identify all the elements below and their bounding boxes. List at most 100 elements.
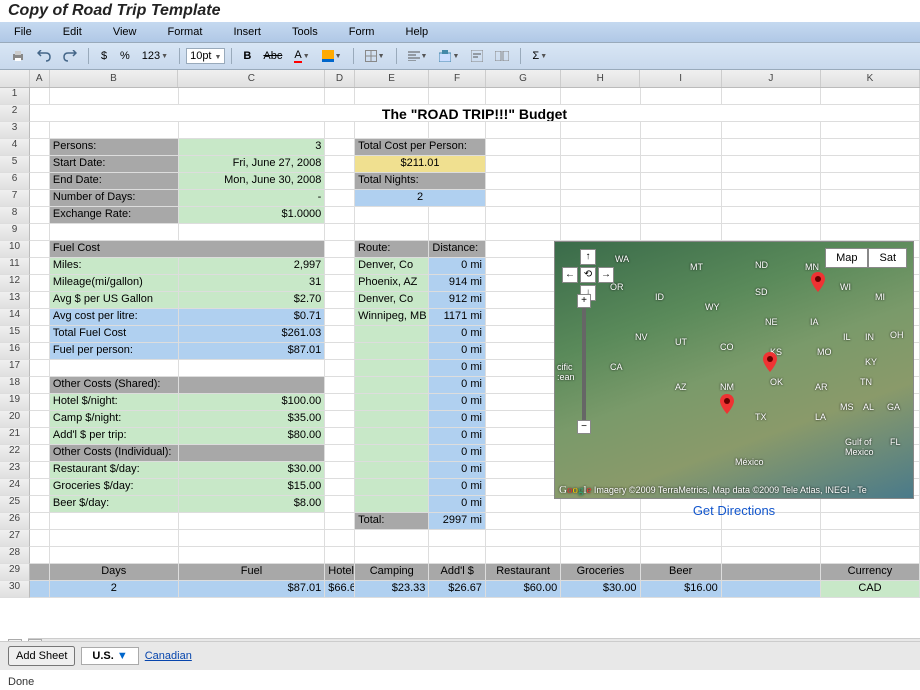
redo-icon[interactable] [58, 46, 82, 66]
cell[interactable] [429, 547, 486, 564]
cell[interactable] [325, 275, 355, 292]
cell[interactable]: $80.00 [179, 428, 326, 445]
cell[interactable] [30, 496, 50, 513]
cell[interactable]: 1171 mi [429, 309, 486, 326]
cell[interactable] [821, 207, 920, 224]
cell[interactable] [355, 360, 429, 377]
cell[interactable]: 0 mi [429, 411, 486, 428]
cell[interactable] [325, 258, 355, 275]
cell[interactable] [355, 496, 429, 513]
cell[interactable]: $87.01 [179, 343, 326, 360]
cell[interactable]: $0.71 [179, 309, 326, 326]
cell[interactable] [821, 139, 920, 156]
currency-format[interactable]: $ [95, 46, 113, 66]
number-format[interactable]: 123▼ [137, 46, 173, 66]
cell[interactable] [821, 156, 920, 173]
cell[interactable]: Beer $/day: [50, 496, 179, 513]
cell[interactable]: Denver, Co [355, 292, 429, 309]
cell[interactable]: 0 mi [429, 326, 486, 343]
cell[interactable] [355, 326, 429, 343]
cell[interactable] [355, 394, 429, 411]
sheet-tab-active[interactable]: U.S. ▼ [81, 647, 138, 665]
cell[interactable]: 2 [355, 190, 486, 207]
cell[interactable]: Days [50, 564, 179, 581]
cell[interactable] [821, 190, 920, 207]
cell[interactable]: Total Fuel Cost [50, 326, 179, 343]
bold-button[interactable]: B [238, 46, 256, 66]
borders-button[interactable]: ▼ [360, 46, 390, 66]
cell[interactable]: 0 mi [429, 377, 486, 394]
cell[interactable]: $15.00 [179, 479, 326, 496]
cell[interactable] [821, 224, 920, 241]
cell[interactable]: 0 mi [429, 479, 486, 496]
cell[interactable] [641, 547, 722, 564]
cell[interactable] [486, 258, 561, 275]
row-header[interactable]: 5 [0, 156, 30, 173]
row-header[interactable]: 22 [0, 445, 30, 462]
cell[interactable]: Total: [355, 513, 429, 530]
row-header[interactable]: 27 [0, 530, 30, 547]
cell[interactable] [355, 343, 429, 360]
cell[interactable] [486, 309, 561, 326]
cell[interactable] [325, 479, 355, 496]
cell[interactable] [486, 173, 561, 190]
cell[interactable] [486, 479, 561, 496]
cell[interactable]: $261.03 [179, 326, 326, 343]
cell[interactable] [486, 122, 561, 139]
cell[interactable] [561, 547, 640, 564]
cell[interactable] [50, 122, 179, 139]
cell[interactable] [325, 547, 355, 564]
cell[interactable]: Distance: [429, 241, 486, 258]
cell[interactable]: Avg cost per litre: [50, 309, 179, 326]
row-header[interactable]: 26 [0, 513, 30, 530]
cell[interactable] [486, 411, 561, 428]
cell[interactable] [486, 530, 561, 547]
cell[interactable] [325, 88, 355, 105]
cell[interactable] [325, 343, 355, 360]
cell[interactable] [722, 88, 821, 105]
cell[interactable] [325, 411, 355, 428]
add-sheet-button[interactable]: Add Sheet [8, 646, 75, 666]
cell[interactable] [486, 360, 561, 377]
cell[interactable]: 31 [179, 275, 326, 292]
menu-help[interactable]: Help [392, 22, 443, 42]
cell[interactable] [50, 88, 179, 105]
cell[interactable]: $100.00 [179, 394, 326, 411]
row-header[interactable]: 9 [0, 224, 30, 241]
cell[interactable]: Total Cost per Person: [355, 139, 486, 156]
menu-view[interactable]: View [99, 22, 151, 42]
cell[interactable] [429, 224, 486, 241]
cell[interactable] [355, 377, 429, 394]
cell[interactable] [30, 190, 50, 207]
cell[interactable] [429, 88, 486, 105]
col-header[interactable]: E [355, 70, 429, 87]
cell[interactable] [641, 173, 722, 190]
row-header[interactable]: 14 [0, 309, 30, 326]
fill-color-button[interactable]: ▼ [317, 46, 347, 66]
cell[interactable] [325, 360, 355, 377]
col-header[interactable]: K [821, 70, 920, 87]
cell[interactable] [325, 241, 355, 258]
spreadsheet-grid[interactable]: 12The "ROAD TRIP!!!" Budget34Persons:3To… [0, 88, 920, 598]
col-header[interactable]: B [50, 70, 179, 87]
cell[interactable] [325, 530, 355, 547]
cell[interactable] [821, 173, 920, 190]
col-header[interactable]: D [325, 70, 355, 87]
cell[interactable] [355, 530, 429, 547]
cell[interactable] [486, 496, 561, 513]
cell[interactable]: Add'l $ [429, 564, 486, 581]
cell[interactable] [30, 241, 50, 258]
cell[interactable]: 0 mi [429, 394, 486, 411]
cell[interactable] [30, 258, 50, 275]
cell[interactable]: The "ROAD TRIP!!!" Budget [30, 105, 920, 122]
cell[interactable] [355, 122, 429, 139]
cell[interactable] [821, 547, 920, 564]
cell[interactable]: 0 mi [429, 360, 486, 377]
col-header[interactable]: H [561, 70, 640, 87]
cell[interactable] [641, 530, 722, 547]
cell[interactable] [486, 207, 561, 224]
cell[interactable] [641, 224, 722, 241]
cell[interactable] [486, 190, 561, 207]
cell[interactable] [722, 224, 821, 241]
cell[interactable] [179, 377, 326, 394]
